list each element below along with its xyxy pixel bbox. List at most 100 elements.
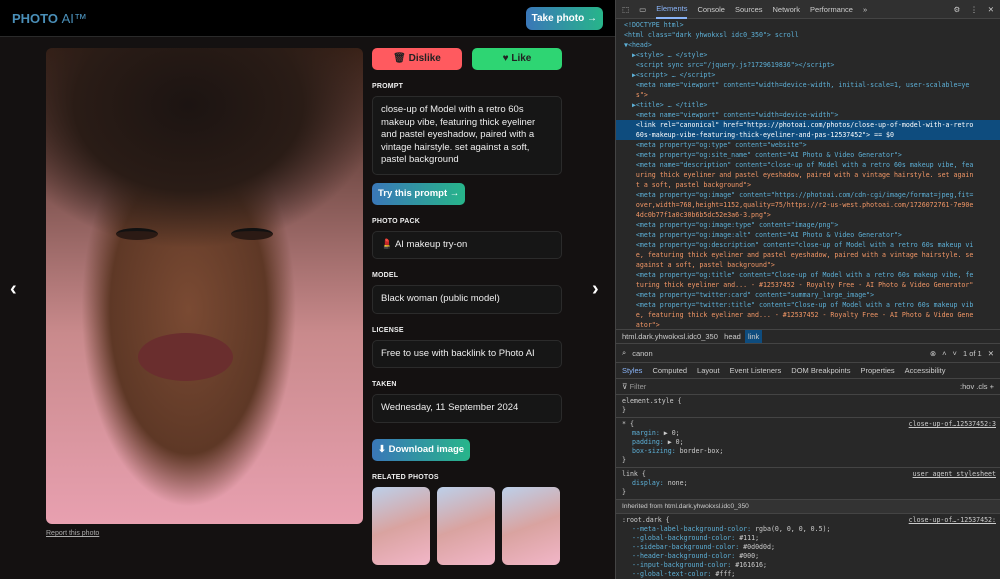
tab-performance[interactable]: Performance [810,5,853,14]
tab-layout[interactable]: Layout [697,366,720,375]
tab-console[interactable]: Console [697,5,725,14]
css-declaration[interactable]: margin: ▶ 0; [622,429,994,438]
dom-node[interactable]: <meta property="og:site_name" content="A… [624,150,1000,160]
dom-node[interactable]: <meta property="twitter:title" content="… [624,300,1000,310]
logo[interactable]: PHOTO AI™ [12,11,87,26]
related-photo[interactable] [372,486,430,565]
related-photos-label: RELATED PHOTOS [372,473,439,481]
close-icon[interactable]: ✕ [988,5,994,14]
dom-node[interactable]: <meta property="og:image:type" content="… [624,220,1000,230]
dom-node[interactable]: ator"> [624,320,1000,329]
kebab-menu-icon[interactable]: ⋮ [970,5,978,14]
css-declaration[interactable]: --meta-label-background-color: rgba(0, 0… [622,525,994,534]
dom-node[interactable]: <meta property="og:title" content="Close… [624,270,1000,280]
css-rule-end: } [622,488,626,496]
report-photo-link[interactable]: Report this photo [46,530,99,537]
dom-node[interactable]: <meta property="twitter:card" content="s… [624,290,1000,300]
tab-styles[interactable]: Styles [622,366,642,375]
dom-node[interactable]: ▶<style> … </style> [624,50,1000,60]
dom-node[interactable]: ▼<head> [624,40,1000,50]
dom-node[interactable]: 4dc0b77f1a0c30b6b5dc52e3a6-3.png"> [624,210,1000,220]
dom-node[interactable]: e, featuring thick eyeliner and pastel e… [624,250,1000,260]
try-prompt-button[interactable]: Try this prompt → [372,182,466,205]
dom-node[interactable]: against a soft, pastel background"> [624,260,1000,270]
chevron-up-icon[interactable]: ˄ [942,349,946,358]
dom-tree[interactable]: <!DOCTYPE html> <html class="dark yhwokxs… [616,19,1000,329]
previous-photo-arrow[interactable]: ‹ [10,278,17,301]
tab-event-listeners[interactable]: Event Listeners [730,366,782,375]
dom-node[interactable]: <meta name="description" content="close-… [624,160,1000,170]
logo-ai: AI™ [61,11,87,26]
tab-network[interactable]: Network [773,5,801,14]
devtools-panel: ⬚ ▭ Elements Console Sources Network Per… [615,0,1000,579]
filter-tools[interactable]: :hov .cls + [960,382,994,391]
css-declaration[interactable]: padding: ▶ 0; [622,438,994,447]
dom-node[interactable]: <html class="dark yhwokxsl idc0_350"> sc… [624,30,1000,40]
css-rule[interactable]: link {user agent stylesheet display: none… [616,468,1000,500]
tab-accessibility[interactable]: Accessibility [905,366,946,375]
take-photo-button[interactable]: Take photo → [525,7,603,30]
style-rules: element.style {} * {close-up-of…12537452:… [616,395,1000,579]
css-declaration[interactable]: --global-background-color: #111; [622,534,994,543]
related-photo[interactable] [437,486,495,565]
dom-node[interactable]: <meta name="viewport" content="width=dev… [624,110,1000,120]
dom-node[interactable]: ▶<title> … </title> [624,100,1000,110]
css-source-link[interactable]: close-up-of…12537452:3 [909,420,996,429]
photo-details: 🗑 Dislike ♥ Like PROMPT close-up of Mode… [372,48,562,565]
tab-dom-breakpoints[interactable]: DOM Breakpoints [791,366,850,375]
gear-icon[interactable]: ⚙ [953,5,960,14]
crumb-link[interactable]: link [745,330,763,343]
dom-node[interactable]: <!DOCTYPE html> [624,20,1000,30]
dom-node[interactable]: <meta property="og:type" content="websit… [624,140,1000,150]
dislike-button[interactable]: 🗑 Dislike [372,48,462,70]
dom-node[interactable]: uring thick eyeliner and pastel eyeshado… [624,170,1000,180]
css-rule[interactable]: * {close-up-of…12537452:3 margin: ▶ 0; pad… [616,418,1000,468]
dom-node[interactable]: <meta property="og:description" content=… [624,240,1000,250]
css-declaration[interactable]: box-sizing: border-box; [622,447,994,456]
inspect-icon[interactable]: ⬚ [622,5,629,14]
related-photo[interactable] [502,486,560,565]
dom-node[interactable]: 60s-makeup-vibe-featuring-thick-eyeliner… [616,130,1000,140]
dom-node[interactable]: t a soft, pastel background"> [624,180,1000,190]
dom-node[interactable]: <meta name="viewport" content="width=dev… [624,80,1000,90]
more-tabs-button[interactable]: » [863,5,867,14]
dom-node[interactable]: <meta property="og:image:alt" content="A… [624,230,1000,240]
dom-node[interactable]: turing thick eyeliner and... - #12537452… [624,280,1000,290]
crumb-html[interactable]: html.dark.yhwokxsl.idc0_350 [622,332,718,341]
css-declaration[interactable]: --input-background-color: #161616; [622,561,994,570]
dom-node[interactable]: ▶<script> … </script> [624,70,1000,80]
chevron-down-icon[interactable]: ˅ [953,349,957,358]
css-source-link[interactable]: user agent stylesheet [913,470,996,479]
tab-sources[interactable]: Sources [735,5,763,14]
css-source-link[interactable]: close-up-of…-12537452: [909,516,996,525]
tab-properties[interactable]: Properties [860,366,894,375]
dom-node[interactable]: over,width=768,height=1152,quality=75/ht… [624,200,1000,210]
prompt-label: PROMPT [372,83,404,90]
next-photo-arrow[interactable]: › [592,278,599,301]
like-button[interactable]: ♥ Like [472,48,562,70]
css-declaration[interactable]: --sidebar-background-color: #0d0d0d; [622,543,994,552]
clear-search-icon[interactable]: ⊗ [930,349,936,358]
close-search-icon[interactable]: ✕ [988,349,994,358]
css-declaration[interactable]: display: none; [622,479,994,488]
download-image-button[interactable]: ⬇ Download image [372,438,471,461]
crumb-head[interactable]: head [724,332,741,341]
match-count: 1 of 1 [962,348,982,358]
dom-node[interactable]: s"> [624,90,1000,100]
css-declaration[interactable]: --global-text-color: #fff; [622,570,994,579]
dom-node[interactable]: e, featuring thick eyeliner and... - #12… [624,310,1000,320]
css-rule[interactable]: element.style {} [616,395,1000,418]
device-toggle-icon[interactable]: ▭ [639,5,646,14]
dom-node[interactable]: <meta property="og:image" content="https… [624,190,1000,200]
model-label: MODEL [372,272,399,279]
css-rule[interactable]: :root.dark {close-up-of…-12537452: --meta… [616,514,1000,579]
tab-computed[interactable]: Computed [652,366,687,375]
dom-node[interactable]: <link rel="canonical" href="https://phot… [616,120,1000,130]
dom-node[interactable]: <script sync src="/jquery.js?1729619836"… [624,60,1000,70]
search-input[interactable]: canon [632,349,652,358]
photo-pack-value[interactable]: 💄 AI makeup try-on [372,230,562,259]
css-declaration[interactable]: --header-background-color: #000; [622,552,994,561]
tab-elements[interactable]: Elements [656,0,688,19]
photo-lips [138,333,233,381]
filter-input[interactable]: Filter [630,382,647,391]
